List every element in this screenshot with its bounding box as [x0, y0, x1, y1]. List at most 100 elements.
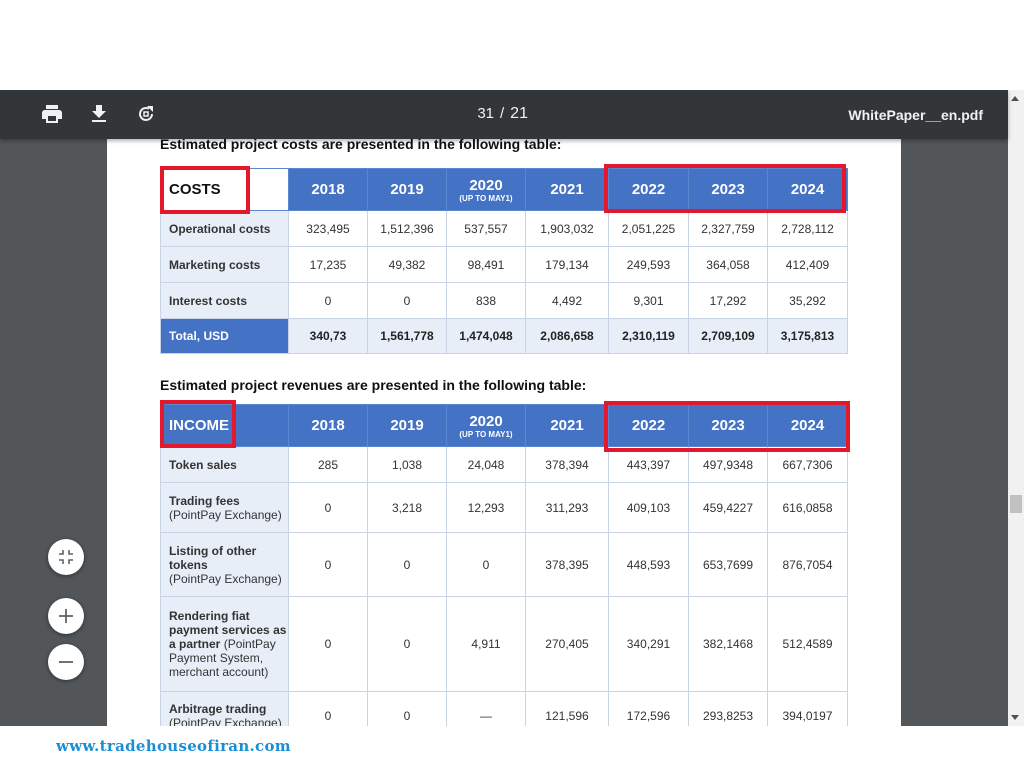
page-indicator: 31 / 21 [472, 105, 528, 123]
row-label: Interest costs [160, 282, 289, 319]
pdf-toolbar: 31 / 21 WhitePaper__en.pdf [0, 90, 1008, 139]
table-cell: 412,409 [767, 246, 848, 283]
table-row: Listing of other tokens (PointPay Exchang… [160, 532, 848, 597]
table-cell: 340,73 [288, 318, 368, 354]
table-cell: 9,301 [608, 282, 689, 319]
table-cell: 838 [446, 282, 526, 319]
table-cell: 12,293 [446, 482, 526, 533]
table-cell: 0 [446, 532, 526, 597]
table-cell: 2,086,658 [525, 318, 609, 354]
scrollbar-thumb[interactable] [1010, 495, 1022, 513]
row-label: Trading fees (PointPay Exchange) [160, 482, 289, 533]
table-cell: 1,474,048 [446, 318, 526, 354]
table-row: Trading fees (PointPay Exchange) 0 3,218 … [160, 482, 848, 533]
table-cell: 653,7699 [688, 532, 768, 597]
table-cell: — [446, 691, 526, 726]
table-row: Rendering fiat payment services as a par… [160, 596, 848, 692]
year-header: 2021 [525, 404, 609, 447]
file-title: WhitePaper__en.pdf [848, 107, 983, 123]
table-cell: 1,903,032 [525, 210, 609, 247]
total-row: Total, USD 340,73 1,561,778 1,474,048 2,… [160, 318, 848, 354]
table-cell: 3,175,813 [767, 318, 848, 354]
year-header-2020: 2020 (UP TO MAY1) [446, 168, 526, 211]
costs-years-highlight [604, 164, 846, 213]
year-header: 2018 [288, 404, 368, 447]
table-cell: 0 [288, 596, 368, 692]
table-cell: 1,561,778 [367, 318, 447, 354]
revenues-heading: Estimated project revenues are presented… [160, 377, 587, 393]
page-separator: / [500, 105, 505, 122]
year-header: 2019 [367, 404, 447, 447]
table-cell: 616,0858 [767, 482, 848, 533]
table-cell: 2,327,759 [688, 210, 768, 247]
row-label: Token sales [160, 446, 289, 483]
table-row: Arbitrage trading (PointPay Exchange) 0 0… [160, 691, 848, 726]
table-cell: 311,293 [525, 482, 609, 533]
row-label-text: Trading fees [169, 493, 240, 508]
fit-to-page-icon[interactable] [48, 539, 84, 575]
income-table: INCOME 2018 2019 2020 (UP TO MAY1) 2021 2… [160, 404, 848, 726]
table-cell: 378,394 [525, 446, 609, 483]
year-header-2020: 2020 (UP TO MAY1) [446, 404, 526, 447]
year-header: 2018 [288, 168, 368, 211]
income-years-highlight [604, 401, 850, 452]
table-cell: 378,395 [525, 532, 609, 597]
table-cell: 2,709,109 [688, 318, 768, 354]
table-row: Operational costs 323,495 1,512,396 537,… [160, 210, 848, 247]
table-cell: 0 [288, 532, 368, 597]
table-cell: 17,292 [688, 282, 768, 319]
table-cell: 323,495 [288, 210, 368, 247]
zoom-out-icon[interactable] [48, 644, 84, 680]
table-cell: 0 [367, 282, 447, 319]
table-cell: 17,235 [288, 246, 368, 283]
table-cell: 2,051,225 [608, 210, 689, 247]
scroll-up-icon[interactable] [1011, 96, 1019, 101]
row-label-text: Arbitrage trading [169, 701, 267, 716]
pdf-viewer: 31 / 21 WhitePaper__en.pdf Estimated proje… [0, 90, 1024, 726]
table-cell: 0 [288, 691, 368, 726]
scroll-down-icon[interactable] [1011, 715, 1019, 720]
income-label-highlight [160, 400, 236, 448]
table-cell: 172,596 [608, 691, 689, 726]
download-icon[interactable] [87, 102, 111, 126]
table-cell: 512,4589 [767, 596, 848, 692]
table-cell: 0 [367, 532, 447, 597]
table-cell: 270,405 [525, 596, 609, 692]
table-cell: 4,492 [525, 282, 609, 319]
table-cell: 394,0197 [767, 691, 848, 726]
table-cell: 0 [288, 282, 368, 319]
row-label-note: (PointPay Exchange) [169, 571, 282, 586]
table-cell: 3,218 [367, 482, 447, 533]
table-cell: 364,058 [688, 246, 768, 283]
vertical-scrollbar[interactable] [1008, 90, 1024, 726]
table-cell: 409,103 [608, 482, 689, 533]
row-label: Operational costs [160, 210, 289, 247]
table-cell: 35,292 [767, 282, 848, 319]
table-cell: 98,491 [446, 246, 526, 283]
total-pages: 21 [510, 105, 528, 122]
year-note: (UP TO MAY1) [459, 193, 513, 203]
table-cell: 1,038 [367, 446, 447, 483]
total-label: Total, USD [160, 318, 289, 354]
row-label: Rendering fiat payment services as a par… [160, 596, 289, 692]
current-page-input[interactable]: 31 [472, 105, 494, 122]
table-cell: 4,911 [446, 596, 526, 692]
row-label: Listing of other tokens (PointPay Exchang… [160, 532, 289, 597]
watermark-text: www.tradehouseofiran.com [56, 737, 291, 755]
costs-heading: Estimated project costs are presented in… [160, 139, 562, 152]
table-cell: 0 [367, 691, 447, 726]
table-cell: 340,291 [608, 596, 689, 692]
pdf-page: Estimated project costs are presented in… [107, 139, 901, 726]
year-header: 2019 [367, 168, 447, 211]
table-cell: 49,382 [367, 246, 447, 283]
rotate-icon[interactable] [134, 102, 158, 126]
print-icon[interactable] [40, 102, 64, 126]
row-label-text: Listing of other tokens [169, 543, 257, 572]
table-cell: 448,593 [608, 532, 689, 597]
table-cell: 2,310,119 [608, 318, 689, 354]
year-label: 2020 [469, 412, 503, 430]
costs-label-highlight [160, 166, 250, 214]
table-cell: 179,134 [525, 246, 609, 283]
zoom-in-icon[interactable] [48, 598, 84, 634]
table-cell: 24,048 [446, 446, 526, 483]
